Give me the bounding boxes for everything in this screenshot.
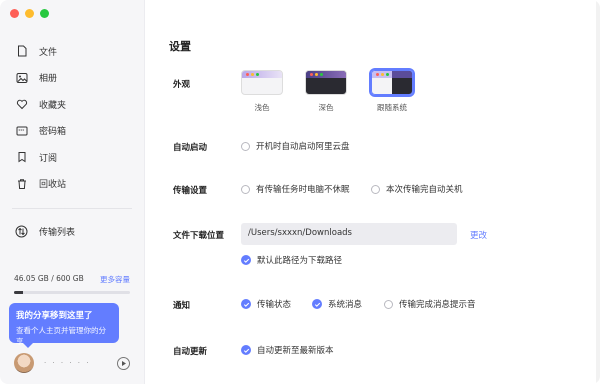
no-sleep-option-label: 有传输任务时电脑不休眠 [256,185,350,195]
user-name: · · · · · · [44,359,91,367]
notify-complete-sound-checkbox[interactable] [384,299,393,309]
more-storage-link[interactable]: 更多容量 [100,274,130,285]
storage-progress-bar [14,291,130,294]
tooltip-arrow [23,343,33,348]
settings-panel: 设置 外观 浅色 深色 跟随系统 自动启动 开机时自动启动阿里云盘 传输设置 有… [146,0,600,384]
storage-used-text: 46.05 GB / 600 GB [14,274,84,283]
play-circle-icon[interactable] [117,356,130,370]
user-profile[interactable]: · · · · · · [14,352,130,374]
checkmark-icon [243,302,249,307]
theme-light-option[interactable]: 浅色 [241,70,283,113]
download-path-field[interactable]: /Users/sxxxn/Downloads [241,223,457,245]
theme-system-preview [371,70,413,95]
sidebar-item-label: 文件 [39,47,58,58]
no-sleep-option[interactable]: 有传输任务时电脑不休眠 [241,183,350,195]
sidebar-item-label: 密码箱 [39,127,67,138]
notify-system-message-option[interactable]: 系统消息 [312,298,362,310]
notification-label: 通知 [173,301,191,311]
notify-complete-sound-option[interactable]: 传输完成消息提示音 [384,298,476,310]
auto-update-option-label: 自动更新至最新版本 [257,346,334,356]
no-sleep-checkbox[interactable] [241,184,250,194]
notify-system-message-checkbox[interactable] [312,299,322,309]
checkmark-icon [243,258,249,263]
scrollbar[interactable] [596,0,600,384]
sidebar-item-files[interactable]: 文件 [0,38,145,65]
notify-transfer-status-checkbox[interactable] [241,299,251,309]
change-path-button[interactable]: 更改 [470,229,487,241]
sidebar-item-label: 订阅 [39,153,58,164]
default-path-option-label: 默认此路径为下载路径 [257,256,343,266]
auto-update-label: 自动更新 [173,347,208,357]
zoom-window-button[interactable] [40,9,49,18]
avatar[interactable] [14,353,34,373]
sidebar-item-label: 相册 [39,74,58,85]
sidebar-item-subscriptions[interactable]: 订阅 [0,144,145,171]
theme-light-label: 浅色 [254,103,270,112]
autostart-option[interactable]: 开机时自动启动阿里云盘 [241,140,350,152]
notify-transfer-status-label: 传输状态 [257,300,292,310]
sidebar-item-transfers[interactable]: 传输列表 [0,218,145,245]
transfer-icon [15,225,28,238]
file-icon [15,45,28,58]
trash-icon [15,177,28,190]
auto-shutdown-option[interactable]: 本次传输完自动关机 [371,183,463,195]
theme-dark-preview [305,70,347,95]
sidebar: 文件 相册 收藏夹 *** 密码箱 订阅 回收站 传输列表 46.05 GB /… [0,0,145,384]
heart-icon [15,98,28,111]
minimize-window-button[interactable] [25,9,34,18]
auto-shutdown-checkbox[interactable] [371,184,380,194]
theme-system-label: 跟随系统 [377,103,407,112]
sidebar-item-favorites[interactable]: 收藏夹 [0,91,145,118]
theme-system-option[interactable]: 跟随系统 [371,70,413,113]
svg-text:***: *** [18,128,24,133]
safe-icon: *** [15,124,28,137]
default-path-option[interactable]: 默认此路径为下载路径 [241,254,342,266]
sidebar-item-label: 传输列表 [39,227,76,238]
sidebar-item-photos[interactable]: 相册 [0,65,145,92]
appearance-label: 外观 [173,80,191,90]
storage-progress-fill [14,291,23,294]
theme-dark-option[interactable]: 深色 [305,70,347,113]
page-title: 设置 [169,40,191,53]
theme-dark-label: 深色 [318,103,334,112]
sidebar-item-label: 回收站 [39,180,67,191]
download-location-label: 文件下载位置 [173,231,225,241]
window-controls [10,9,49,18]
storage-usage: 46.05 GB / 600 GB 更多容量 [14,274,130,294]
transfer-settings-label: 传输设置 [173,186,208,196]
notify-complete-sound-label: 传输完成消息提示音 [399,300,476,310]
notify-system-message-label: 系统消息 [328,300,363,310]
notify-transfer-status-option[interactable]: 传输状态 [241,298,291,310]
auto-update-checkbox[interactable] [241,345,251,355]
sidebar-nav: 文件 相册 收藏夹 *** 密码箱 订阅 回收站 [0,38,145,197]
default-path-checkbox[interactable] [241,255,251,265]
sidebar-item-label: 收藏夹 [39,100,67,111]
auto-shutdown-option-label: 本次传输完自动关机 [386,185,463,195]
sidebar-nav-secondary: 传输列表 [0,218,145,245]
checkmark-icon [314,302,320,307]
autostart-option-label: 开机时自动启动阿里云盘 [256,142,350,152]
photo-icon [15,71,28,84]
sidebar-divider [12,208,132,209]
sidebar-item-trash[interactable]: 回收站 [0,171,145,198]
close-window-button[interactable] [10,9,19,18]
bookmark-icon [15,151,28,164]
theme-light-preview [241,70,283,95]
app-window: 文件 相册 收藏夹 *** 密码箱 订阅 回收站 传输列表 46.05 GB /… [0,0,600,384]
tooltip-title: 我的分享移到这里了 [16,311,93,321]
autostart-checkbox[interactable] [241,141,250,151]
checkmark-icon [243,348,249,353]
auto-update-option[interactable]: 自动更新至最新版本 [241,344,334,356]
autostart-label: 自动启动 [173,143,208,153]
sidebar-item-safe[interactable]: *** 密码箱 [0,118,145,145]
share-moved-tooltip[interactable]: 我的分享移到这里了 查看个人主页并管理你的分享 [9,303,119,348]
